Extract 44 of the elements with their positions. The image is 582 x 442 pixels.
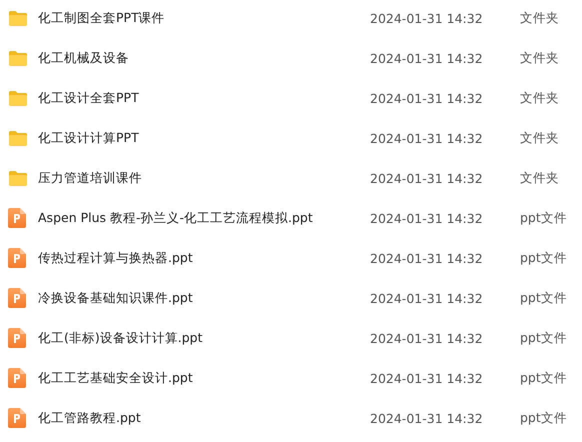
modified-date: 2024-01-31 14:32 (370, 370, 484, 386)
file-type: 文件夹 (520, 170, 560, 186)
file-name[interactable]: 化工工艺基础安全设计.ppt (38, 370, 370, 386)
folder-icon (8, 10, 28, 26)
modified-date: 2024-01-31 14:32 (370, 330, 484, 346)
file-type: ppt文件 (520, 210, 568, 226)
modified-date: 2024-01-31 14:32 (370, 170, 484, 186)
file-type: ppt文件 (520, 410, 568, 426)
file-name[interactable]: 化工制图全套PPT课件 (38, 10, 370, 26)
file-type: ppt文件 (520, 330, 568, 346)
file-type: ppt文件 (520, 250, 568, 266)
modified-date: 2024-01-31 14:32 (370, 90, 484, 106)
file-name[interactable]: 压力管道培训课件 (38, 170, 370, 186)
file-type: 文件夹 (520, 130, 560, 146)
modified-date: 2024-01-31 14:32 (370, 50, 484, 66)
file-type: ppt文件 (520, 370, 568, 386)
modified-date: 2024-01-31 14:32 (370, 130, 484, 146)
file-name[interactable]: 冷换设备基础知识课件.ppt (38, 290, 370, 306)
file-type: 文件夹 (520, 90, 560, 106)
slides-file-icon (8, 368, 26, 388)
file-name[interactable]: 传热过程计算与换热器.ppt (38, 250, 370, 266)
file-name[interactable]: 化工(非标)设备设计计算.ppt (38, 330, 370, 346)
folder-icon (8, 50, 28, 66)
file-name[interactable]: 化工设计计算PPT (38, 130, 370, 146)
slides-file-icon (8, 408, 26, 428)
slides-file-icon (8, 248, 26, 268)
file-type: 文件夹 (520, 10, 560, 26)
modified-date: 2024-01-31 14:32 (370, 410, 484, 426)
slides-file-icon (8, 288, 26, 308)
modified-date: 2024-01-31 14:32 (370, 10, 484, 26)
slides-file-icon (8, 208, 26, 228)
file-name[interactable]: 化工设计全套PPT (38, 90, 370, 106)
file-type: ppt文件 (520, 290, 568, 306)
slides-file-icon (8, 328, 26, 348)
modified-date: 2024-01-31 14:32 (370, 290, 484, 306)
file-name[interactable]: 化工机械及设备 (38, 50, 370, 66)
modified-date: 2024-01-31 14:32 (370, 210, 484, 226)
file-name[interactable]: Aspen Plus 教程-孙兰义-化工工艺流程模拟.ppt (38, 210, 370, 226)
folder-icon (8, 90, 28, 106)
folder-icon (8, 130, 28, 146)
file-type: 文件夹 (520, 50, 560, 66)
folder-icon (8, 170, 28, 186)
file-name[interactable]: 化工管路教程.ppt (38, 410, 370, 426)
modified-date: 2024-01-31 14:32 (370, 250, 484, 266)
